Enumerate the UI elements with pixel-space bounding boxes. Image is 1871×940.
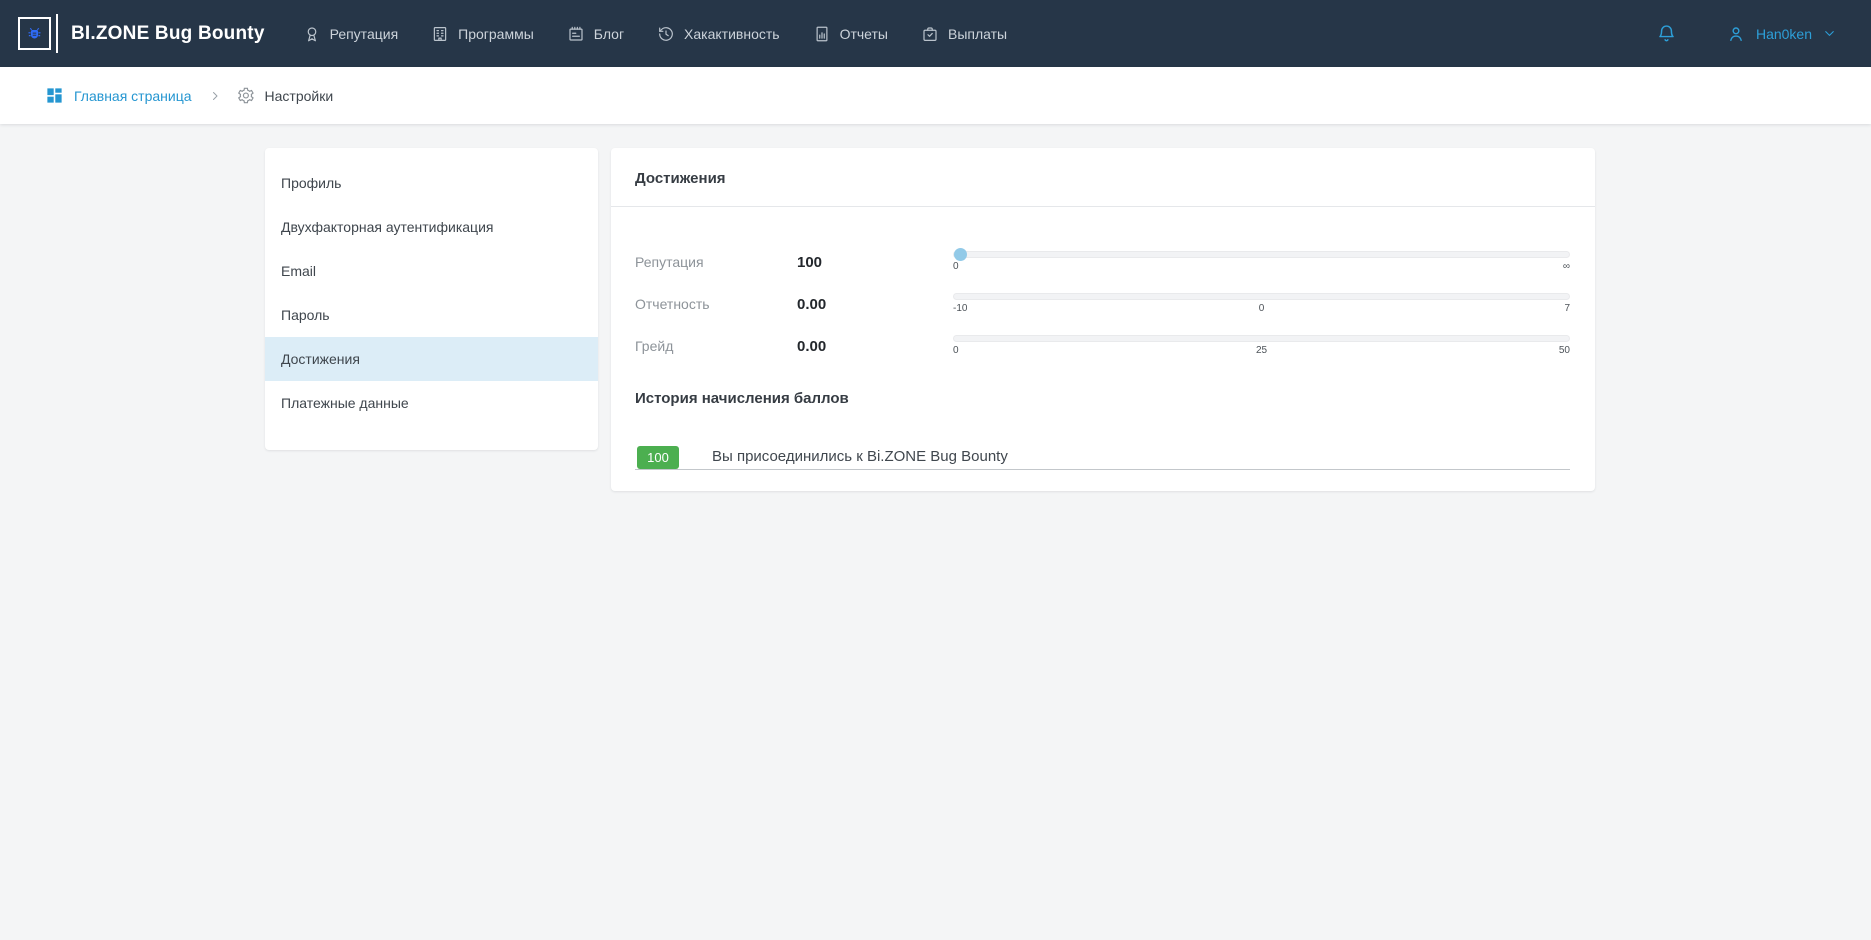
brand-logo[interactable]: BI.ZONE Bug Bounty: [18, 14, 265, 53]
nav-item-reputation[interactable]: Репутация: [303, 25, 399, 43]
settings-sidebar: Профиль Двухфакторная аутентификация Ema…: [265, 148, 598, 450]
dashboard-grid-icon: [45, 86, 64, 105]
slider-track: [953, 335, 1570, 342]
nav-item-payouts[interactable]: Выплаты: [921, 25, 1007, 43]
metric-label: Отчетность: [635, 296, 797, 312]
gear-icon: [236, 86, 255, 105]
medal-icon: [303, 25, 321, 43]
bizone-logo-icon: [18, 14, 58, 53]
breadcrumb-current-label: Настройки: [265, 88, 334, 104]
metric-slider: 0 25 50: [953, 335, 1570, 357]
sidebar-item-label: Профиль: [281, 175, 341, 191]
scale-min: 0: [953, 345, 959, 357]
history-icon: [657, 25, 675, 43]
history-title: История начисления баллов: [635, 390, 1570, 407]
sidebar-item-email[interactable]: Email: [265, 249, 598, 293]
scale-min: -10: [953, 303, 967, 315]
notifications-button[interactable]: [1656, 23, 1677, 44]
payout-icon: [921, 25, 939, 43]
metric-label: Грейд: [635, 338, 797, 354]
nav-item-label: Репутация: [330, 26, 399, 42]
sidebar-item-profile[interactable]: Профиль: [265, 161, 598, 205]
sidebar-item-label: Платежные данные: [281, 395, 409, 411]
scale-max: ∞: [1563, 261, 1570, 273]
sidebar-item-label: Пароль: [281, 307, 330, 323]
metrics-list: Репутация 100 0 ∞ Отчетность 0.00 -10 0 …: [635, 241, 1570, 367]
sidebar-item-label: Email: [281, 263, 316, 279]
user-menu[interactable]: Han0ken: [1726, 24, 1837, 44]
sidebar-item-password[interactable]: Пароль: [265, 293, 598, 337]
metric-value: 0.00: [797, 338, 953, 355]
panel-body: Репутация 100 0 ∞ Отчетность 0.00 -10 0 …: [611, 207, 1595, 491]
metric-slider: 0 ∞: [953, 251, 1570, 273]
metric-row-reporting: Отчетность 0.00 -10 0 7: [635, 283, 1570, 325]
user-icon: [1726, 24, 1746, 44]
nav-item-label: Отчеты: [840, 26, 888, 42]
navbar-right: Han0ken: [1656, 23, 1837, 44]
nav-item-label: Хакактивность: [684, 26, 780, 42]
slider-scale: 0 ∞: [953, 261, 1570, 273]
nav-item-label: Выплаты: [948, 26, 1007, 42]
scale-max: 7: [1564, 303, 1570, 315]
history-list: 100 Вы присоединились к Bi.ZONE Bug Boun…: [635, 446, 1570, 470]
nav-item-blog[interactable]: Блог: [567, 25, 624, 43]
scale-min: 0: [953, 261, 959, 273]
achievements-panel: Достижения Репутация 100 0 ∞ Отчетность …: [611, 148, 1595, 491]
metric-value: 100: [797, 254, 953, 271]
metric-value: 0.00: [797, 296, 953, 313]
sidebar-item-label: Двухфакторная аутентификация: [281, 219, 493, 235]
scale-max: 50: [1559, 345, 1570, 357]
report-icon: [813, 25, 831, 43]
top-navbar: BI.ZONE Bug Bounty Репутация Программы Б…: [0, 0, 1871, 67]
metric-row-grade: Грейд 0.00 0 25 50: [635, 325, 1570, 367]
blog-icon: [567, 25, 585, 43]
scale-mid: 0: [1259, 303, 1265, 315]
slider-thumb: [954, 248, 967, 261]
main-menu: Репутация Программы Блог Хакактивность О…: [303, 25, 1008, 43]
points-badge: 100: [637, 446, 679, 469]
nav-item-label: Программы: [458, 26, 534, 42]
slider-track: [953, 251, 1570, 258]
sidebar-item-payment-details[interactable]: Платежные данные: [265, 381, 598, 425]
nav-item-reports[interactable]: Отчеты: [813, 25, 888, 43]
breadcrumb-home-label: Главная страница: [74, 88, 192, 104]
sidebar-item-achievements[interactable]: Достижения: [265, 337, 598, 381]
breadcrumb: Главная страница Настройки: [0, 67, 1871, 124]
chevron-down-icon: [1822, 26, 1837, 41]
slider-scale: -10 0 7: [953, 303, 1570, 315]
bug-icon: [26, 25, 43, 42]
sidebar-item-two-factor[interactable]: Двухфакторная аутентификация: [265, 205, 598, 249]
history-entry: 100 Вы присоединились к Bi.ZONE Bug Boun…: [635, 446, 1570, 470]
slider-track: [953, 293, 1570, 300]
slider-scale: 0 25 50: [953, 345, 1570, 357]
panel-title: Достижения: [611, 148, 1595, 207]
sidebar-item-label: Достижения: [281, 351, 360, 367]
breadcrumb-home-link[interactable]: Главная страница: [45, 86, 192, 105]
brand-title: BI.ZONE Bug Bounty: [71, 23, 265, 45]
username: Han0ken: [1756, 26, 1812, 42]
breadcrumb-current: Настройки: [236, 86, 334, 105]
metric-row-reputation: Репутация 100 0 ∞: [635, 241, 1570, 283]
history-entry-text: Вы присоединились к Bi.ZONE Bug Bounty: [712, 448, 1008, 467]
metric-label: Репутация: [635, 254, 797, 270]
chevron-right-icon: [209, 90, 221, 102]
page-content: Профиль Двухфакторная аутентификация Ema…: [0, 124, 1871, 940]
bell-icon: [1656, 23, 1677, 44]
metric-slider: -10 0 7: [953, 293, 1570, 315]
nav-item-label: Блог: [594, 26, 624, 42]
nav-item-programs[interactable]: Программы: [431, 25, 534, 43]
building-icon: [431, 25, 449, 43]
scale-mid: 25: [1256, 345, 1267, 357]
nav-item-hackactivity[interactable]: Хакактивность: [657, 25, 780, 43]
